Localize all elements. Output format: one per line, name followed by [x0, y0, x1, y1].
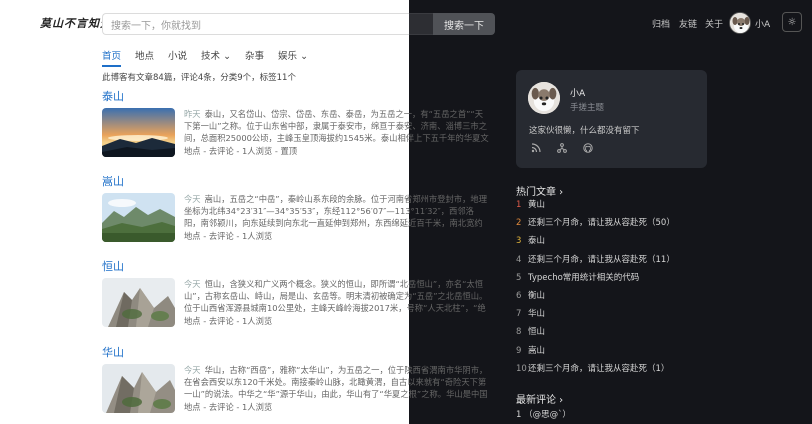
- post-date: 今天: [184, 279, 201, 289]
- profile-name: 小A: [570, 89, 586, 99]
- profile-subtitle: 手搓主题: [570, 103, 605, 113]
- post-thumbnail[interactable]: [102, 364, 175, 413]
- profile-card: 小A 手搓主题 这家伙很懒，什么都没有留下: [516, 70, 707, 168]
- profile-avatar[interactable]: [528, 82, 560, 114]
- post-item: 华山 今天 华山，古称“西岳”，雅称“太华山”，为五岳之一，位于陕西省渭南市华阴市…: [102, 344, 492, 413]
- list-item[interactable]: 2 还剩三个月命，请让我从容赴死（50）: [516, 216, 756, 234]
- tab-entertainment[interactable]: 娱乐 ⌄: [278, 48, 308, 67]
- post-thumbnail[interactable]: [102, 193, 175, 242]
- latest-comments-title[interactable]: 最新评论 ›: [516, 391, 563, 406]
- rss-icon[interactable]: [530, 143, 542, 155]
- list-item[interactable]: 1 黄山: [516, 198, 756, 216]
- post-item: 嵩山 今天 嵩山，五岳之“中岳”，秦岭山系东段的余脉。位于河南省郑州市登封市，地理…: [102, 173, 492, 242]
- list-item[interactable]: 8 恒山: [516, 325, 756, 343]
- post-item: 恒山 今天 恒山，含狭义和广义两个概念。狭义的恒山，即所谓“北岳恒山”，亦名“太恒…: [102, 258, 492, 327]
- post-meta: 地点 - 去评论 - 1人浏览: [184, 402, 273, 412]
- post-meta: 地点 - 去评论 - 1人浏览: [184, 316, 273, 326]
- dog-avatar-icon: [730, 13, 750, 33]
- nav-links[interactable]: 友链: [679, 17, 697, 30]
- post-thumbnail[interactable]: [102, 108, 175, 157]
- list-item[interactable]: 9 嵩山: [516, 344, 756, 362]
- rocky-peak-image: [102, 364, 175, 413]
- nav-about[interactable]: 关于: [705, 17, 723, 30]
- header: 莫山不言知天 搜索一下，你就找到 搜索一下 归档 友链 关于 小A ☼: [0, 0, 812, 46]
- search-input-dark-part[interactable]: [409, 13, 433, 35]
- tab-places[interactable]: 地点: [135, 48, 154, 67]
- post-meta: 地点 - 去评论 - 1人浏览 - 置顶: [184, 146, 298, 156]
- social-links: [530, 143, 594, 155]
- post-date: 今天: [184, 365, 201, 375]
- tab-tech[interactable]: 技术 ⌄: [201, 48, 231, 67]
- post-excerpt: 昨天 泰山，又名岱山、岱宗、岱岳、东岳、泰岳，为五岳之一，有“五岳之首”“天下第一…: [184, 109, 489, 143]
- avatar[interactable]: [729, 12, 751, 34]
- rocky-peak-image: [102, 278, 175, 327]
- list-item[interactable]: 7 华山: [516, 307, 756, 325]
- post-date: 今天: [184, 194, 201, 204]
- hot-articles-list: 1 黄山 2 还剩三个月命，请让我从容赴死（50） 3 泰山 4 还剩三个月命，请让我从…: [516, 198, 756, 380]
- post-meta: 地点 - 去评论 - 1人浏览: [184, 231, 273, 241]
- post-excerpt: 今天 华山，古称“西岳”，雅称“太华山”，为五岳之一，位于陕西省渭南市华阴市，在省…: [184, 365, 488, 399]
- blog-stats: 此博客有文章84篇，评论4条，分类9个，标签11个: [102, 73, 296, 83]
- list-item[interactable]: 10还剩三个月命，请让我从容赴死（1）: [516, 362, 756, 380]
- tab-novels[interactable]: 小说: [168, 48, 187, 67]
- github-icon[interactable]: [582, 143, 594, 155]
- tab-misc[interactable]: 杂事: [245, 48, 264, 67]
- tab-home[interactable]: 首页: [102, 48, 122, 67]
- profile-description: 这家伙很懒，什么都没有留下: [529, 126, 640, 136]
- sitemap-icon[interactable]: [556, 143, 568, 155]
- search-input[interactable]: 搜索一下，你就找到: [102, 13, 410, 35]
- post-title[interactable]: 恒山: [102, 258, 492, 274]
- search-button[interactable]: 搜索一下: [433, 13, 495, 35]
- post-item: 泰山 昨天 泰山，又名岱山、岱宗、岱岳、东岳、泰岳，为五岳之一，有“五岳之首”“天…: [102, 88, 492, 157]
- list-item[interactable]: 3 泰山: [516, 234, 756, 252]
- comment-item[interactable]: 1 （@思@`）: [516, 408, 571, 420]
- post-date: 昨天: [184, 109, 201, 119]
- category-nav: 首页 地点 小说 技术 ⌄ 杂事 娱乐 ⌄: [102, 48, 322, 67]
- hot-articles-title[interactable]: 热门文章 ›: [516, 183, 563, 198]
- list-item[interactable]: 4 还剩三个月命，请让我从容赴死（11）: [516, 253, 756, 271]
- post-title[interactable]: 嵩山: [102, 173, 492, 189]
- list-item[interactable]: 6 衡山: [516, 289, 756, 307]
- theme-toggle-button[interactable]: ☼: [782, 12, 802, 32]
- post-title[interactable]: 华山: [102, 344, 492, 360]
- nav-archive[interactable]: 归档: [652, 17, 670, 30]
- dog-avatar-icon: [528, 82, 560, 114]
- user-menu[interactable]: 小A: [755, 17, 770, 30]
- green-mountain-image: [102, 193, 175, 242]
- list-item[interactable]: 5 Typecho常用统计相关的代码: [516, 271, 756, 289]
- post-excerpt: 今天 嵩山，五岳之“中岳”，秦岭山系东段的余脉。位于河南省郑州市登封市，地理坐标为…: [184, 194, 488, 228]
- post-title[interactable]: 泰山: [102, 88, 492, 104]
- post-excerpt: 今天 恒山，含狭义和广义两个概念。狭义的恒山，即所谓“北岳恒山”，亦名“太恒山”，…: [184, 279, 488, 313]
- post-thumbnail[interactable]: [102, 278, 175, 327]
- sunset-mountain-image: [102, 108, 175, 157]
